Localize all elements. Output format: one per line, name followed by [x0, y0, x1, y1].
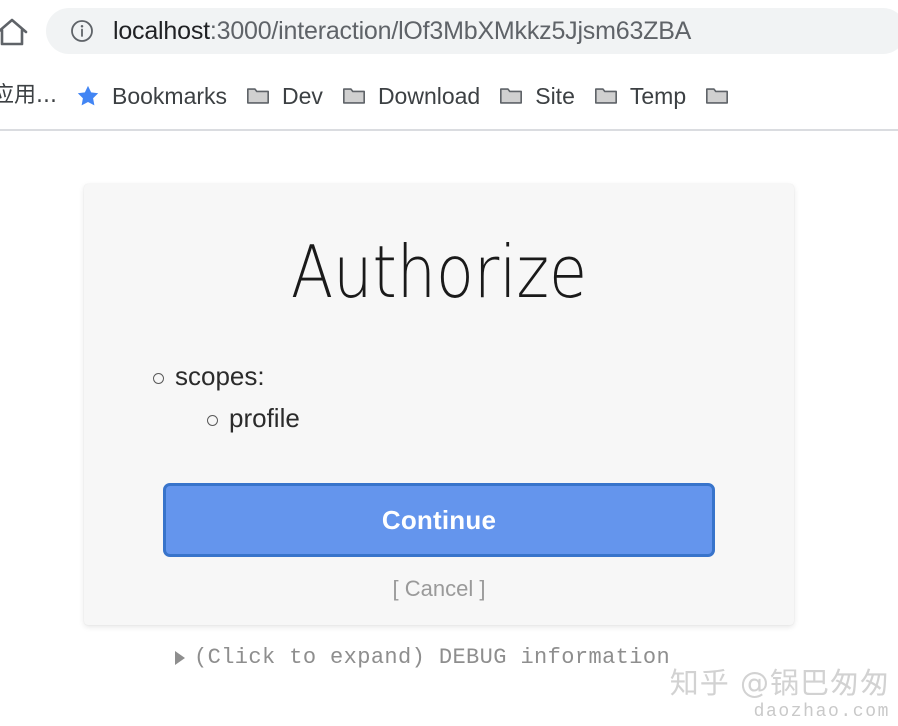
bookmark-item-site[interactable]: Site: [489, 72, 584, 120]
bookmark-item-bookmarks[interactable]: Bookmarks: [66, 72, 236, 120]
bookmark-item-dev[interactable]: Dev: [236, 72, 332, 120]
bookmarks-bar: 应用... Bookmarks Dev Download Site Temp: [0, 62, 898, 130]
page-content: Authorize scopes: profile Continue [ Can…: [0, 131, 898, 726]
bookmark-item-temp[interactable]: Temp: [584, 72, 695, 120]
folder-icon: [593, 83, 619, 109]
watermark-site: daozhao.com: [753, 702, 890, 722]
folder-icon: [498, 83, 524, 109]
scopes-sublist: profile: [175, 402, 794, 436]
debug-toggle-label: (Click to expand) DEBUG information: [194, 645, 671, 670]
url-path: :3000/interaction/lOf3MbXMkkz5Jjsm63ZBA: [209, 16, 692, 45]
continue-button[interactable]: Continue: [163, 483, 715, 557]
disclosure-triangle-collapsed-icon: [175, 650, 185, 665]
folder-icon: [245, 83, 271, 109]
url-bar[interactable]: localhost:3000/interaction/lOf3MbXMkkz5J…: [46, 8, 898, 54]
bookmark-label-apps: 应用...: [0, 83, 57, 108]
list-item: profile: [207, 402, 794, 436]
watermark: 知乎 @锅巴匆匆 daozhao.com: [669, 665, 890, 722]
omnibox-row: localhost:3000/interaction/lOf3MbXMkkz5J…: [0, 0, 898, 62]
bookmark-item-apps[interactable]: 应用...: [0, 72, 66, 120]
url-text[interactable]: localhost:3000/interaction/lOf3MbXMkkz5J…: [113, 16, 692, 45]
scopes-label: scopes:: [175, 361, 265, 391]
scope-name: profile: [229, 402, 300, 433]
bookmark-label-dev: Dev: [282, 82, 323, 109]
bookmark-label-temp: Temp: [629, 82, 687, 109]
bookmark-item-download[interactable]: Download: [332, 72, 489, 120]
info-circle-icon[interactable]: [70, 19, 94, 43]
bookmark-label-bookmarks: Bookmarks: [111, 82, 228, 109]
scopes-label-item: scopes: profile: [153, 358, 794, 436]
bookmark-label-site: Site: [535, 82, 575, 109]
watermark-handle: 知乎 @锅巴匆匆: [669, 665, 890, 700]
bookmark-label-download: Download: [377, 82, 481, 109]
debug-information-toggle[interactable]: (Click to expand) DEBUG information: [175, 645, 670, 670]
url-host: localhost: [113, 16, 210, 45]
browser-chrome: localhost:3000/interaction/lOf3MbXMkkz5J…: [0, 0, 898, 131]
scopes-list: scopes: profile: [84, 358, 794, 436]
bookmark-item-overflow[interactable]: [695, 72, 739, 120]
cancel-link[interactable]: [ Cancel ]: [84, 576, 794, 602]
folder-icon: [704, 83, 730, 109]
home-icon[interactable]: [0, 13, 32, 49]
authorize-card: Authorize scopes: profile Continue [ Can…: [84, 184, 794, 625]
page-title: Authorize: [290, 230, 588, 314]
star-icon: [75, 83, 101, 109]
folder-icon: [341, 83, 367, 109]
